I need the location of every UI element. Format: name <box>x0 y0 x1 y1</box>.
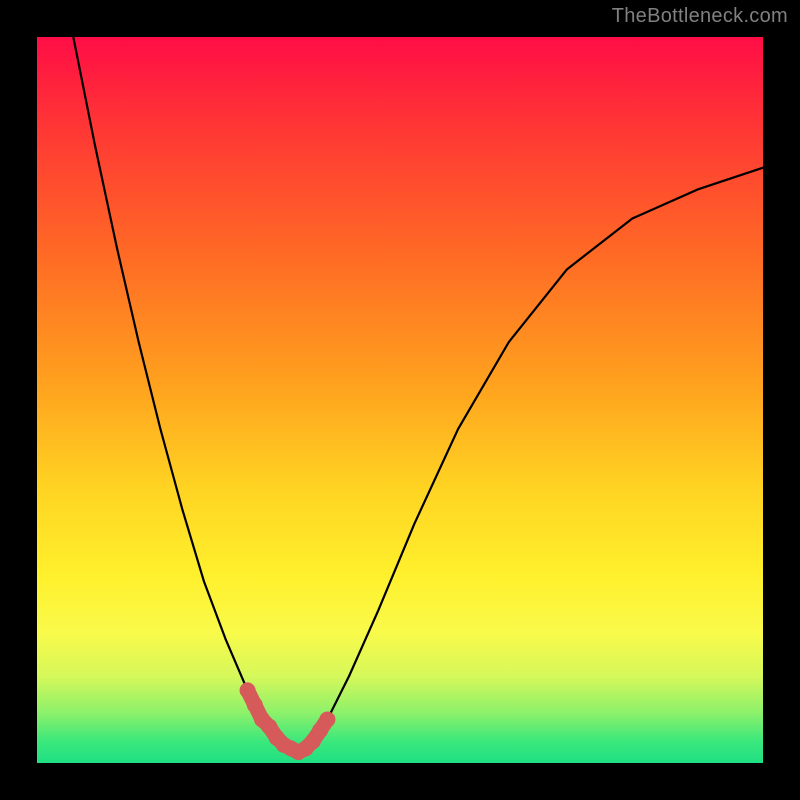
valley-marker-dot <box>247 697 263 713</box>
curve-path <box>73 37 763 752</box>
chart-frame: TheBottleneck.com <box>0 0 800 800</box>
valley-marker-dot <box>319 711 335 727</box>
valley-marker-dot <box>240 682 256 698</box>
plot-area <box>37 37 763 763</box>
watermark-label: TheBottleneck.com <box>612 5 788 28</box>
valley-markers <box>240 682 336 760</box>
plot-svg <box>37 37 763 763</box>
bottleneck-curve <box>73 37 763 752</box>
